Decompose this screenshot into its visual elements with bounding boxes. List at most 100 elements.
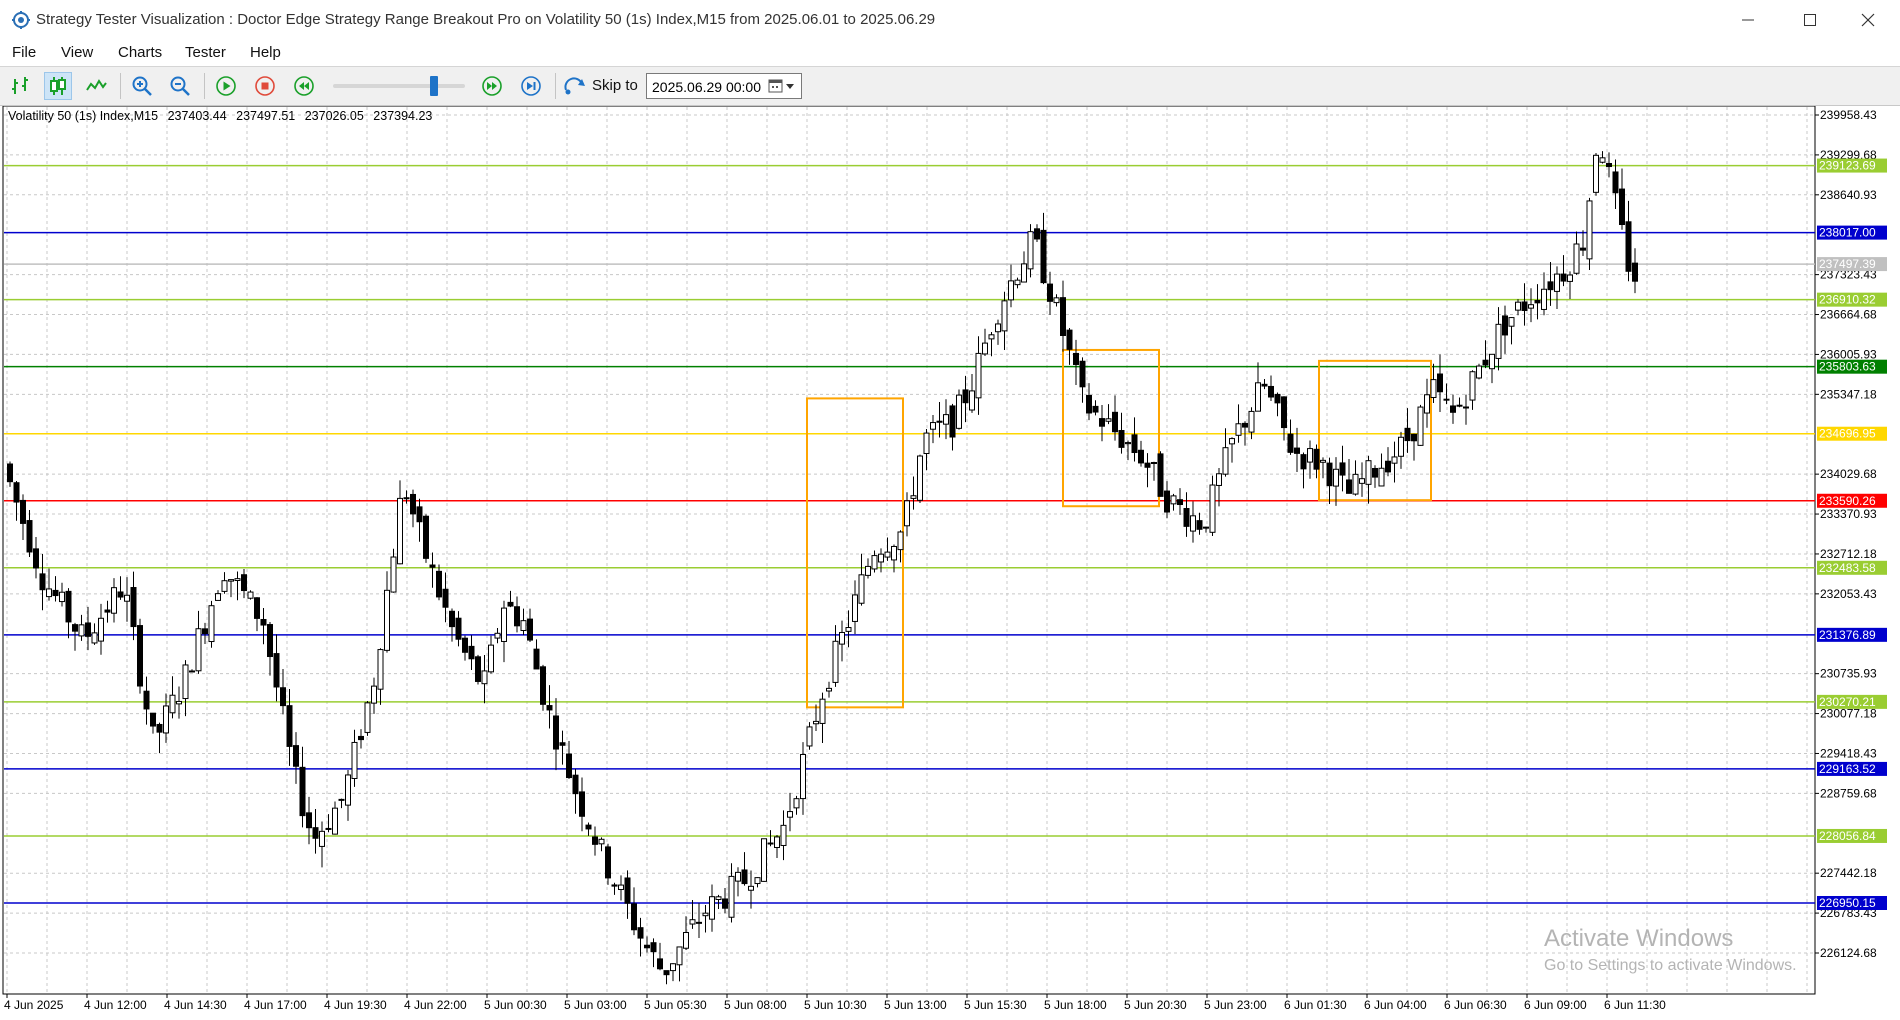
skip-to-end-button[interactable] xyxy=(517,72,545,100)
stop-button[interactable] xyxy=(251,72,279,100)
price-scale-label: 238640.93 xyxy=(1820,188,1877,202)
time-scale-label: 5 Jun 13:00 xyxy=(884,998,947,1012)
play-button[interactable] xyxy=(212,72,240,100)
candle-body xyxy=(930,422,936,430)
price-scale-label: 229418.43 xyxy=(1820,746,1877,760)
candle-body xyxy=(1333,468,1339,487)
candle-body xyxy=(1469,371,1476,401)
menu-view[interactable]: View xyxy=(61,44,93,61)
bar-chart-button[interactable] xyxy=(6,72,34,100)
level-price-label: 239123.69 xyxy=(1819,159,1876,173)
candle-body xyxy=(624,877,631,904)
candle-body xyxy=(215,593,221,601)
candle-body xyxy=(527,618,533,641)
candle-body xyxy=(221,580,228,592)
chart-symbol: Volatility 50 (1s) Index,M15 xyxy=(8,109,159,123)
speed-slider-thumb[interactable] xyxy=(430,76,438,96)
zoom-in-button[interactable] xyxy=(128,72,156,100)
line-chart-button[interactable] xyxy=(82,72,110,100)
level-price-label: 229163.52 xyxy=(1819,762,1876,776)
candle-body xyxy=(631,903,637,931)
maximize-button[interactable] xyxy=(1782,0,1838,40)
candle-body xyxy=(956,394,962,429)
candle-body xyxy=(156,723,163,733)
candle-body xyxy=(455,617,462,640)
time-scale-label: 5 Jun 15:30 xyxy=(964,998,1027,1012)
candle-body xyxy=(1066,329,1073,350)
candle-body xyxy=(1138,449,1144,464)
calendar-dropdown-icon[interactable] xyxy=(768,78,796,94)
candle-body xyxy=(65,590,72,623)
candlestick-chart-button[interactable] xyxy=(44,72,72,100)
candle-body xyxy=(904,500,910,527)
candle-body xyxy=(59,591,65,603)
candle-body xyxy=(1060,297,1066,336)
time-scale-label: 6 Jun 06:30 xyxy=(1444,998,1507,1012)
candle-body xyxy=(852,594,858,622)
candle-body xyxy=(637,927,644,939)
candle-body xyxy=(1534,300,1541,304)
zoom-out-button[interactable] xyxy=(166,72,194,100)
menu-tester[interactable]: Tester xyxy=(185,44,226,61)
candle-body xyxy=(1567,274,1573,282)
candle-body xyxy=(1352,473,1359,495)
speed-slider[interactable] xyxy=(333,76,465,96)
candle-body xyxy=(969,390,975,411)
time-scale-label: 5 Jun 00:30 xyxy=(484,998,547,1012)
price-scale-label: 236664.68 xyxy=(1820,308,1877,322)
candle-body xyxy=(351,741,358,779)
candle-body xyxy=(865,565,871,576)
candle-body xyxy=(390,556,397,593)
candle-body xyxy=(1203,526,1209,529)
candle-body xyxy=(130,587,137,628)
candle-body xyxy=(202,628,208,635)
candle-body xyxy=(949,405,956,438)
candle-body xyxy=(436,570,442,598)
candle-body xyxy=(540,666,546,705)
candle-body xyxy=(169,694,176,714)
candle-body xyxy=(663,970,670,976)
candle-body xyxy=(611,884,618,887)
chart-area[interactable]: 239958.43 239299.68 238640.93 237323.43 2366… xyxy=(0,106,1900,1020)
chart-info-label: Volatility 50 (1s) Index,M15 237403.44 2… xyxy=(8,109,438,123)
candle-body xyxy=(1482,359,1489,366)
speed-slider-track xyxy=(333,84,465,88)
skip-to-button[interactable] xyxy=(561,72,589,100)
ohlc-high: 237497.51 xyxy=(236,109,296,123)
skip-to-end-icon xyxy=(521,76,541,96)
candle-body xyxy=(579,791,585,817)
minimize-button[interactable] xyxy=(1720,0,1776,40)
candle-body xyxy=(995,323,1001,333)
candle-body xyxy=(345,774,351,806)
candle-body xyxy=(1242,422,1248,428)
candle-body xyxy=(286,705,293,747)
menu-charts[interactable]: Charts xyxy=(118,44,162,61)
fast-forward-button[interactable] xyxy=(478,72,506,100)
candle-body xyxy=(46,588,52,598)
rewind-button[interactable] xyxy=(290,72,318,100)
time-scale-label: 5 Jun 20:30 xyxy=(1124,998,1187,1012)
candle-body xyxy=(247,591,254,599)
time-scale-label: 5 Jun 03:00 xyxy=(564,998,627,1012)
candle-body xyxy=(124,594,130,602)
menu-help[interactable]: Help xyxy=(250,44,281,61)
ohlc-low: 237026.05 xyxy=(304,109,364,123)
candle-body xyxy=(774,836,780,848)
price-chart[interactable]: 239958.43239299.68238640.93237323.432366… xyxy=(0,106,1900,1020)
candle-body xyxy=(1261,383,1268,387)
close-button[interactable] xyxy=(1840,0,1896,40)
menu-file[interactable]: File xyxy=(12,44,36,61)
app-icon xyxy=(12,11,30,29)
rewind-icon xyxy=(294,76,314,96)
candle-body xyxy=(416,506,423,523)
skip-to-date-picker[interactable]: 2025.06.29 00:00 xyxy=(646,73,802,99)
candle-body xyxy=(1476,365,1482,379)
candle-body xyxy=(462,637,468,653)
candle-body xyxy=(176,700,182,705)
candle-body xyxy=(891,545,897,561)
skip-to-date-value: 2025.06.29 00:00 xyxy=(652,79,761,95)
time-scale-label: 5 Jun 05:30 xyxy=(644,998,707,1012)
candle-body xyxy=(1144,462,1151,468)
candle-body xyxy=(312,827,319,839)
candle-body xyxy=(748,885,754,891)
